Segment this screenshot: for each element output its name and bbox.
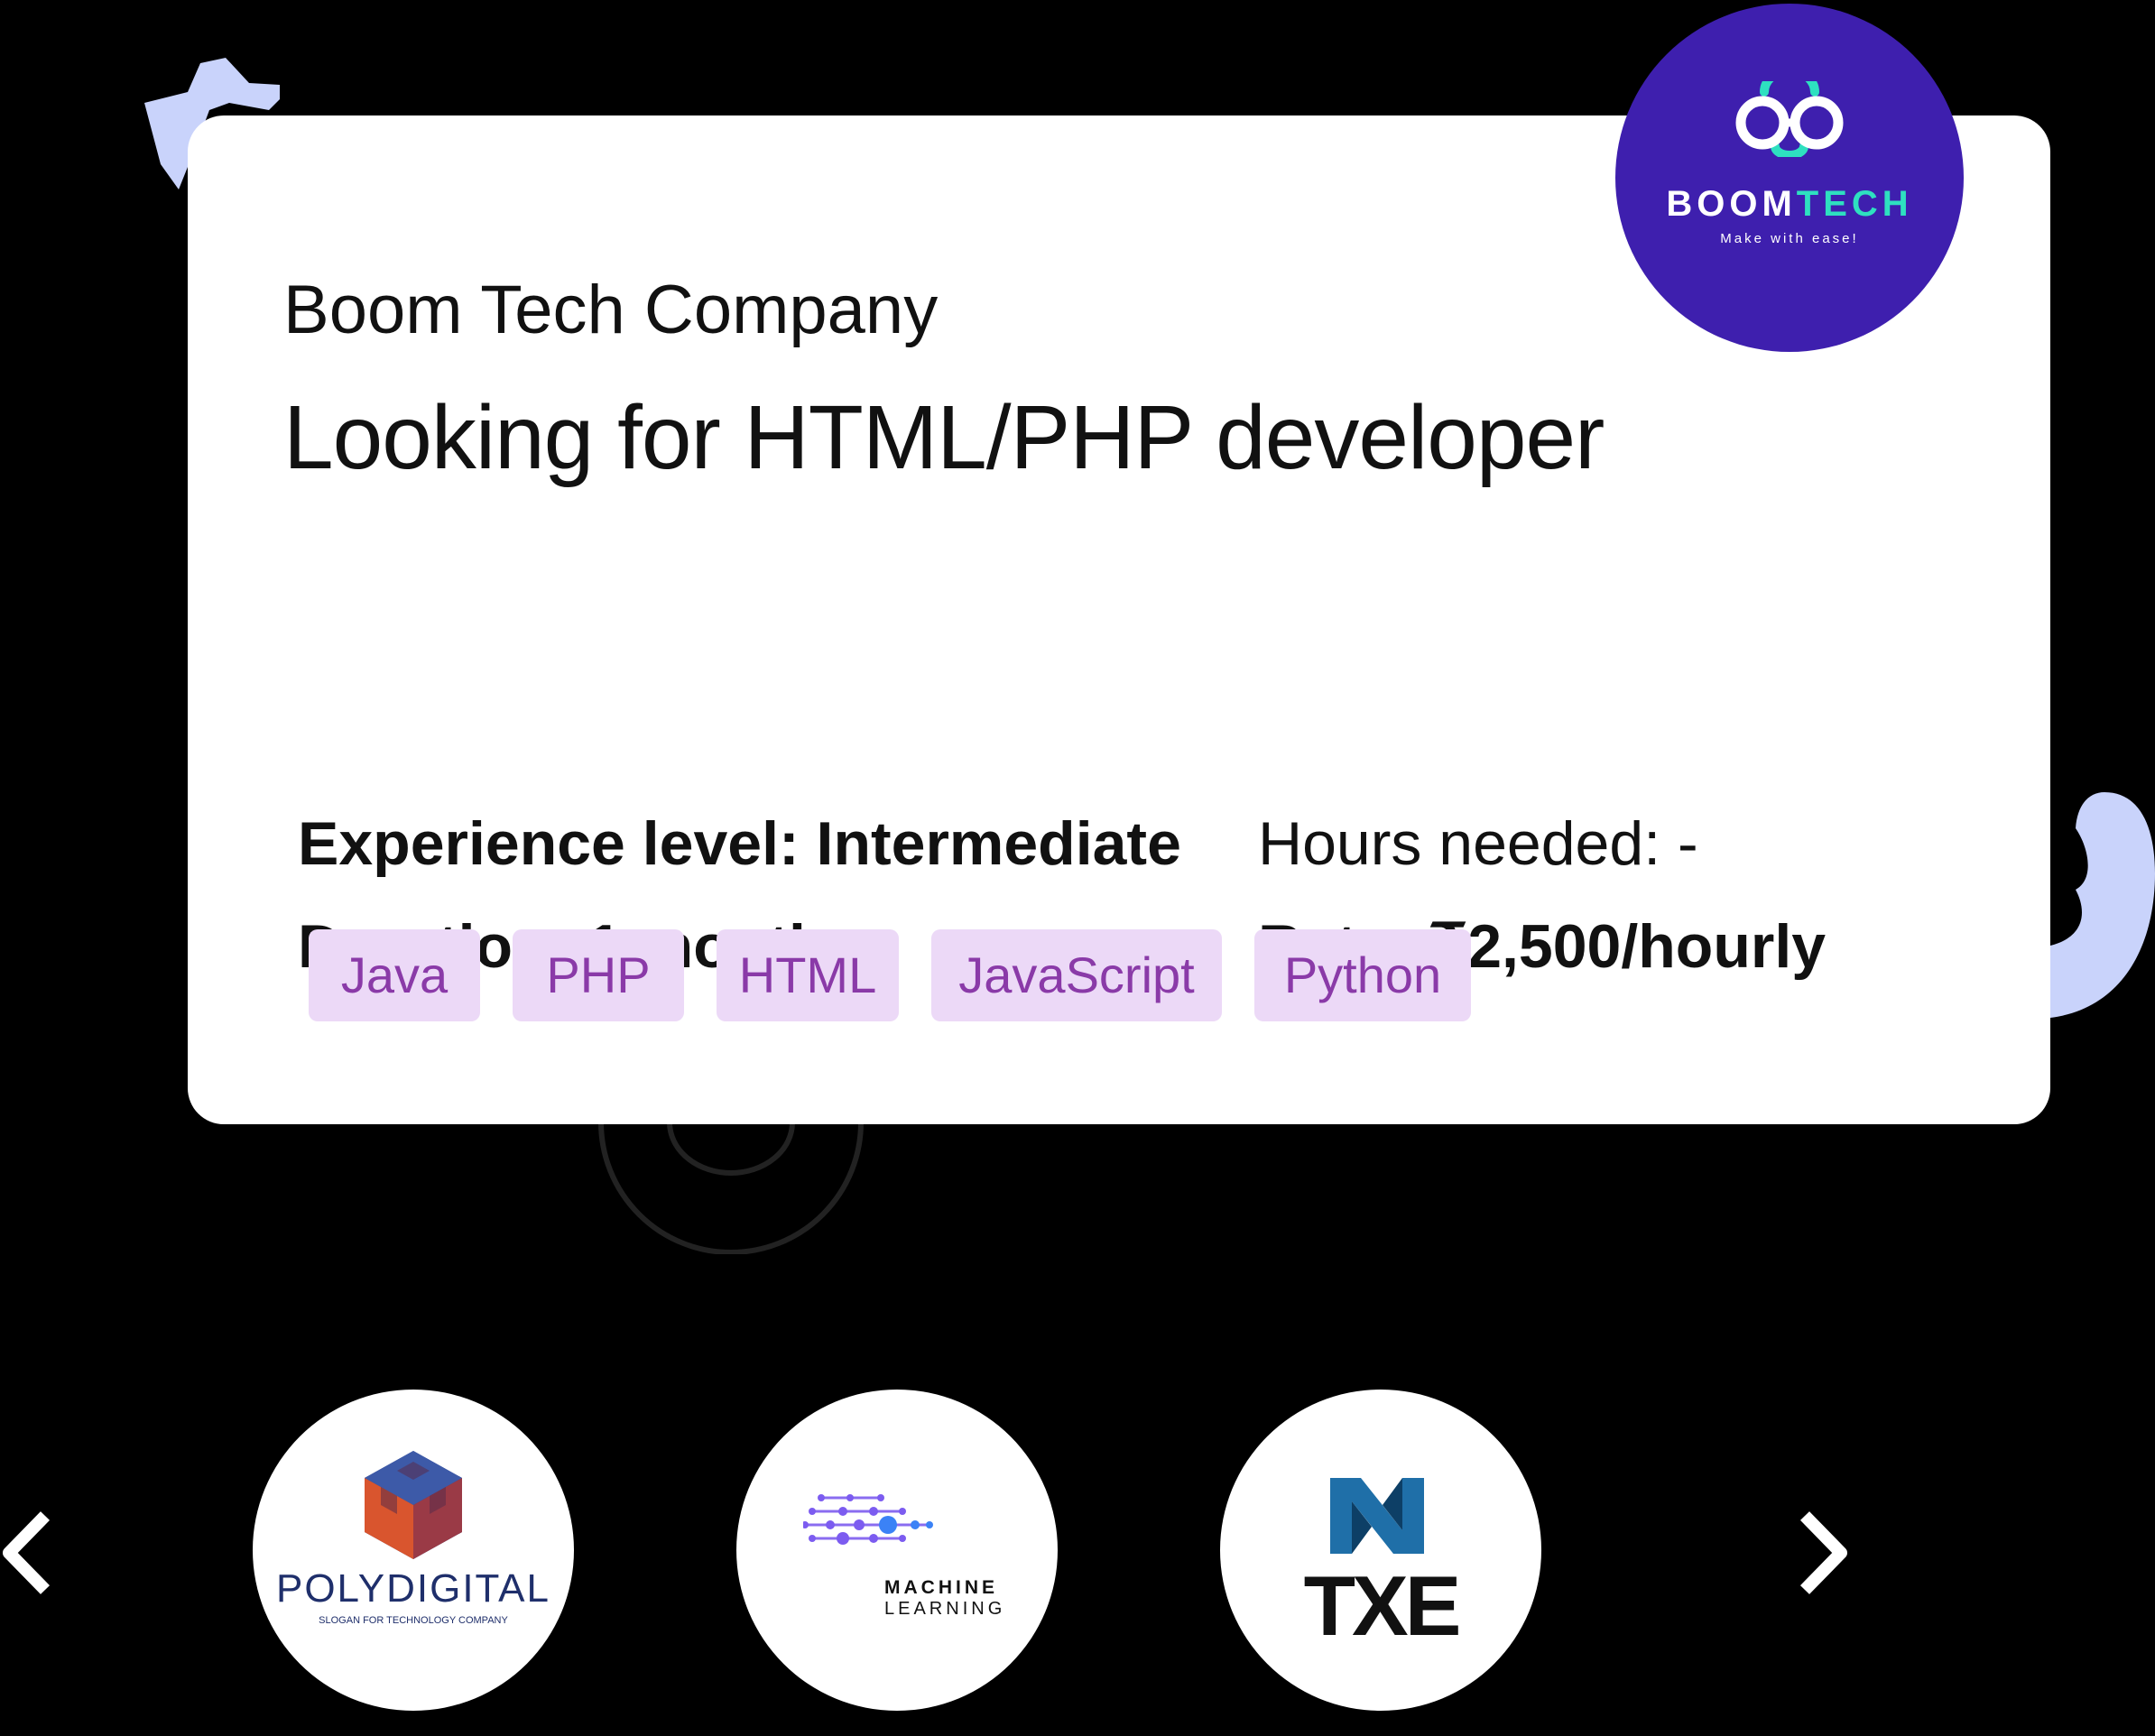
company-logo: BOOMTECH Make with ease! bbox=[1615, 4, 1964, 352]
partner-logo-txe[interactable]: TXE bbox=[1220, 1390, 1541, 1711]
skill-tag[interactable]: PHP bbox=[513, 929, 684, 1021]
chevron-right-icon[interactable] bbox=[1796, 1503, 1850, 1602]
partner-name-line2: LEARNING bbox=[884, 1599, 1006, 1619]
hours-needed: Hours needed: - bbox=[1258, 809, 1698, 878]
decorative-shape bbox=[598, 1122, 864, 1254]
neural-network-icon bbox=[803, 1494, 933, 1545]
txe-knot-icon bbox=[1330, 1478, 1424, 1554]
partner-logo-polydigital[interactable]: POLYDIGITAL SLOGAN FOR TECHNOLOGY COMPAN… bbox=[253, 1390, 574, 1711]
chevron-left-icon[interactable] bbox=[0, 1503, 54, 1602]
partner-slogan: SLOGAN FOR TECHNOLOGY COMPANY bbox=[319, 1615, 508, 1626]
skill-tag[interactable]: JavaScript bbox=[931, 929, 1222, 1021]
decorative-shape bbox=[2050, 792, 2155, 1018]
skill-tag[interactable]: HTML bbox=[717, 929, 899, 1021]
company-name: Boom Tech Company bbox=[283, 272, 939, 348]
glasses-icon bbox=[1735, 81, 1844, 157]
skill-tag[interactable]: Python bbox=[1254, 929, 1471, 1021]
skill-tag[interactable]: Java bbox=[309, 929, 480, 1021]
cube-hexagon-icon bbox=[365, 1451, 462, 1559]
logo-slogan: Make with ease! bbox=[1720, 231, 1859, 246]
partner-name: MACHINE bbox=[884, 1577, 998, 1598]
partner-name: TXE bbox=[1303, 1558, 1462, 1653]
partner-name: POLYDIGITAL bbox=[275, 1566, 550, 1611]
partner-logo-machine-learning[interactable]: MACHINE LEARNING bbox=[736, 1390, 1058, 1711]
logo-wordmark: BOOMTECH bbox=[1666, 184, 1913, 224]
experience-level: Experience level: Intermediate bbox=[298, 809, 1181, 878]
job-title: Looking for HTML/PHP developer bbox=[283, 387, 1605, 488]
